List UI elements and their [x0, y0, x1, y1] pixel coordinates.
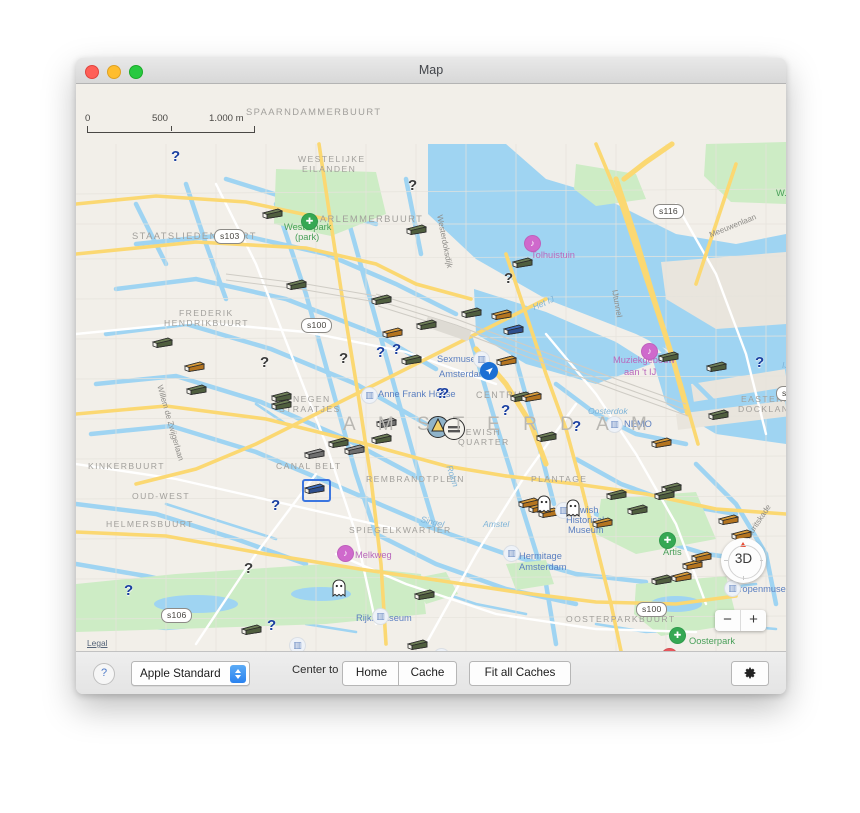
gear-icon[interactable]	[731, 661, 769, 686]
compass-tick-bottom	[742, 576, 744, 580]
fit-all-caches-button[interactable]: Fit all Caches	[469, 661, 571, 686]
scale-label-mid: 500	[152, 113, 169, 124]
chevron-updown-icon[interactable]	[230, 664, 246, 683]
road-shield: s103	[214, 229, 246, 244]
zoom-out-button[interactable]: −	[715, 610, 741, 631]
road-shield: s100	[776, 386, 786, 401]
map-zoom-controls[interactable]: − +	[715, 610, 766, 631]
compass-3d-button[interactable]: 3D	[721, 538, 766, 583]
road-shield: s100	[301, 318, 333, 333]
compass-label: 3D	[734, 551, 753, 566]
map-scale-bar: 0 500 1.000 m	[85, 113, 255, 133]
zoom-in-button[interactable]: +	[741, 610, 766, 631]
map-basemap: .w{fill:#9fd4f2}.wl{stroke:#9fd4f2;fill:…	[76, 84, 786, 651]
center-to-label: Center to	[292, 664, 339, 676]
selected-cache-highlight	[302, 479, 331, 502]
road-shield: s116	[653, 204, 684, 219]
road-shield: s100	[636, 602, 668, 617]
map-type-value: Apple Standard	[140, 667, 221, 680]
window-title: Map	[418, 63, 444, 77]
map-canvas[interactable]: .w{fill:#9fd4f2}.wl{stroke:#9fd4f2;fill:…	[76, 84, 786, 651]
map-legal-link[interactable]: Legal	[87, 638, 108, 648]
map-window: Map .w{fill:#9fd4f2}.wl{stroke:#9fd4f2;f…	[76, 58, 786, 694]
window-titlebar: Map	[76, 58, 786, 84]
scale-label-zero: 0	[85, 113, 91, 124]
map-type-popup-button[interactable]: Apple Standard	[131, 661, 250, 686]
scale-label-max: 1.000 m	[209, 113, 244, 124]
center-home-button[interactable]: Home	[342, 661, 401, 686]
road-shield: s106	[161, 608, 193, 623]
center-cache-button[interactable]: Cache	[398, 661, 457, 686]
help-button[interactable]: ?	[93, 663, 115, 685]
bottom-toolbar: ? Apple Standard Center to Home Cache Fi…	[76, 651, 786, 694]
